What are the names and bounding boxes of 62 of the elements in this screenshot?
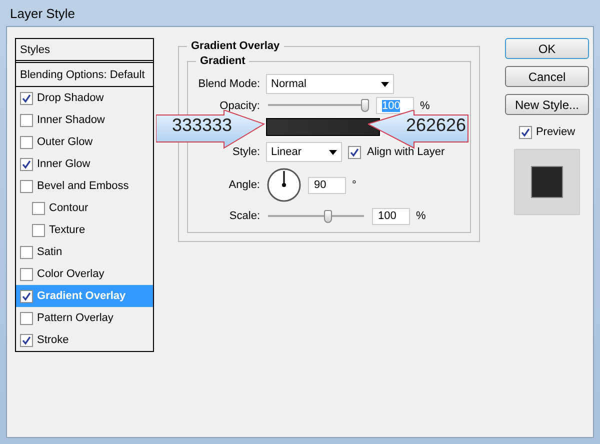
unit-label: % (420, 100, 430, 112)
angle-dial-icon[interactable] (266, 167, 302, 203)
checkbox[interactable] (20, 136, 33, 148)
checkbox[interactable] (32, 224, 45, 236)
dialog-button[interactable]: Cancel (505, 66, 589, 87)
checkbox-label: Align with Layer (367, 146, 445, 158)
checkbox[interactable] (20, 158, 33, 170)
check-icon (22, 94, 31, 102)
style-list-item[interactable]: Drop Shadow (16, 87, 153, 109)
check-icon (520, 128, 530, 136)
style-list-item[interactable]: Color Overlay (16, 263, 153, 285)
field-label: Opacity: (218, 100, 260, 112)
field-label: Scale: (228, 210, 260, 222)
unit-label: ° (352, 179, 356, 191)
checkbox[interactable] (20, 180, 33, 192)
check-icon (350, 148, 359, 156)
caret-icon (381, 82, 389, 86)
style-list-item[interactable]: Outer Glow (16, 131, 153, 153)
checkbox[interactable] (20, 92, 33, 104)
style-list-item[interactable]: Contour (16, 197, 153, 219)
checkbox[interactable] (20, 246, 33, 258)
checkbox[interactable] (20, 114, 33, 126)
callout-label: 262626 (406, 115, 466, 136)
checkbox[interactable] (518, 126, 532, 138)
style-list-item[interactable]: Texture (16, 219, 153, 241)
group-title: Gradient (196, 55, 250, 67)
checkbox[interactable] (20, 290, 33, 302)
preview-square (531, 166, 563, 198)
checkbox-label: Preview (536, 126, 576, 138)
checkbox[interactable] (32, 202, 45, 214)
slider-thumb[interactable] (361, 99, 369, 112)
slider-thumb[interactable] (324, 210, 332, 222)
angle-field[interactable]: 90 (308, 176, 346, 194)
style-list-item[interactable]: Blending Options: Default (16, 63, 153, 87)
style-list-item[interactable]: Stroke (16, 329, 153, 351)
style-list-item[interactable]: Bevel and Emboss (16, 175, 153, 197)
group-title: Gradient Overlay (187, 40, 284, 52)
unit-label: % (416, 210, 426, 222)
field-label: Angle: (228, 179, 260, 191)
checkbox[interactable] (20, 334, 33, 346)
field-label: Blend Mode: (197, 78, 260, 90)
style-list-item[interactable]: Pattern Overlay (16, 307, 153, 329)
caret-icon (329, 150, 337, 154)
styles-header: Styles (16, 39, 153, 63)
callout-label: 333333 (172, 115, 232, 136)
window-title: Layer Style (10, 6, 76, 20)
checkbox[interactable] (20, 268, 33, 280)
style-list-item[interactable]: Satin (16, 241, 153, 263)
style-dropdown[interactable]: Linear (266, 142, 342, 162)
gradient-swatch[interactable] (266, 118, 380, 136)
style-list-item[interactable]: Inner Shadow (16, 109, 153, 131)
check-icon (22, 336, 31, 344)
style-list-item[interactable]: Inner Glow (16, 153, 153, 175)
scale-field[interactable]: 100 (372, 208, 410, 224)
dialog-button[interactable]: New Style... (505, 94, 589, 115)
field-label: Style: (231, 146, 260, 158)
checkbox[interactable] (20, 312, 33, 324)
check-icon (22, 160, 31, 168)
dialog-button[interactable]: OK (505, 38, 589, 59)
checkbox[interactable] (348, 146, 361, 158)
blend-mode-dropdown[interactable]: Normal (266, 74, 394, 94)
check-icon (22, 292, 31, 300)
